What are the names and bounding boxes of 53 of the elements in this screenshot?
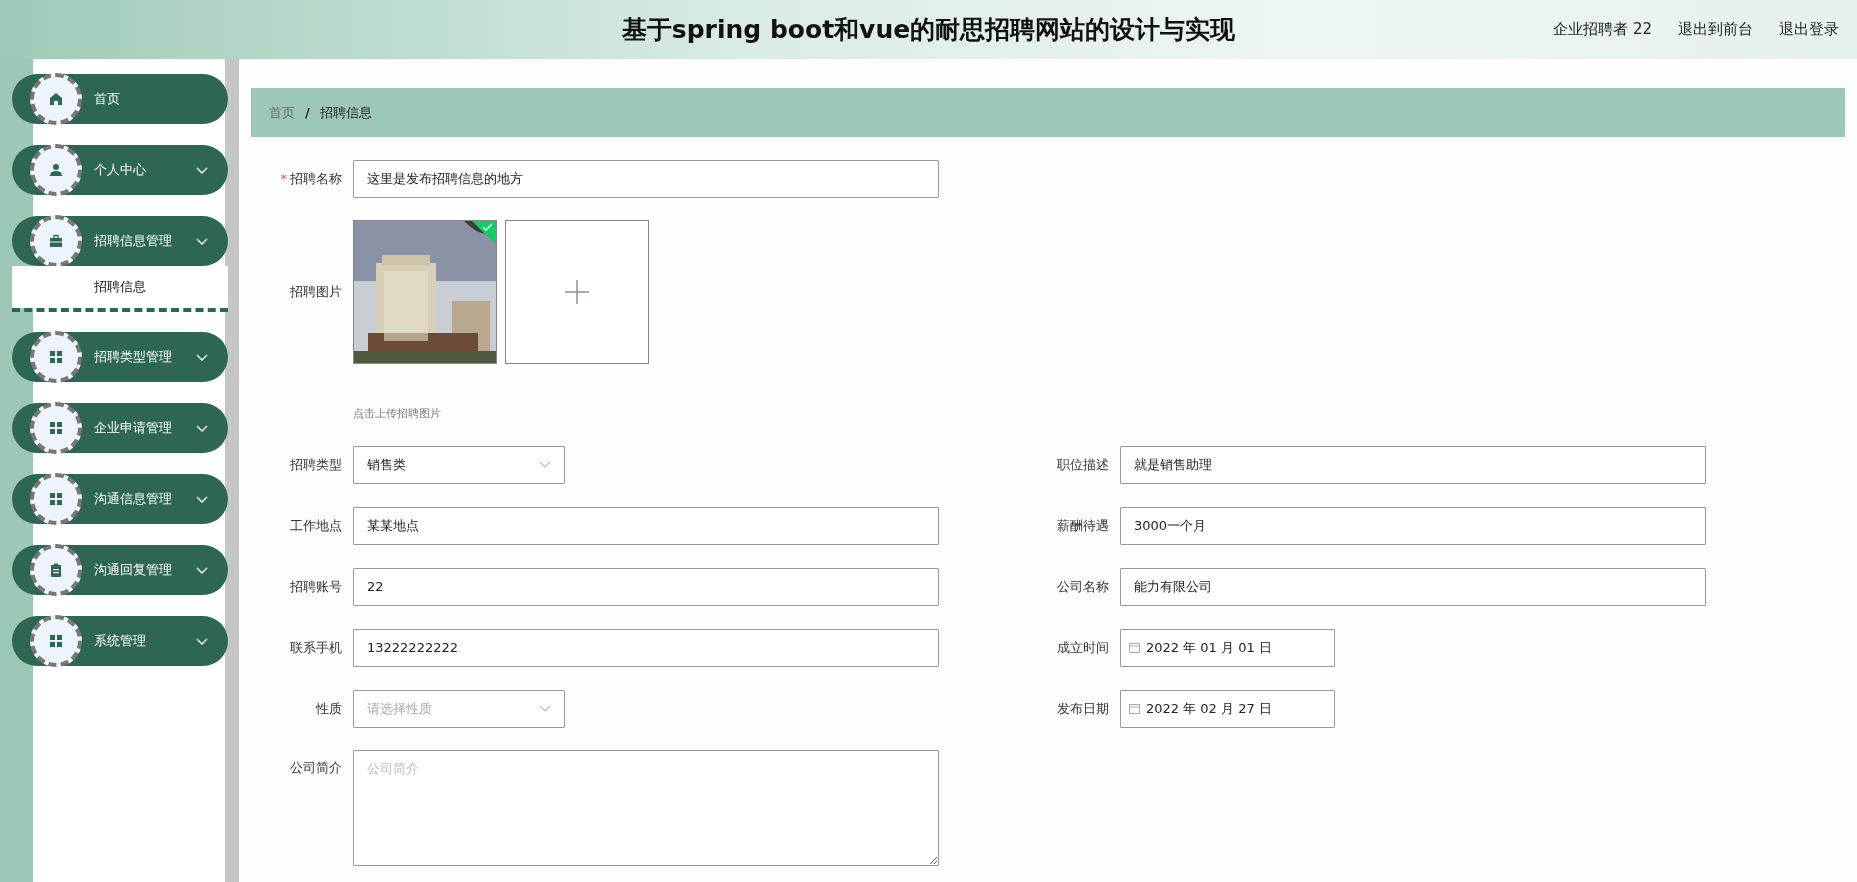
field-label: 招聘账号 [289, 577, 342, 596]
sidebar-menu-item[interactable]: 沟通信息管理 [12, 474, 228, 524]
submenu-item[interactable]: 招聘信息 [12, 266, 228, 308]
field-label: 薪酬待遇 [1056, 516, 1109, 535]
calendar-icon [1129, 702, 1140, 715]
sidebar-menu-item[interactable]: 系统管理 [12, 616, 228, 666]
upload-hint: 点击上传招聘图片 [353, 406, 442, 422]
text-field[interactable]: 能力有限公司 [1120, 567, 1706, 606]
textarea-field[interactable]: 公司简介 [353, 749, 939, 866]
calendar-icon [1129, 641, 1140, 654]
field-label: 成立时间 [1056, 638, 1109, 657]
upload-button[interactable] [505, 220, 649, 364]
sidebar-menu-item[interactable]: 招聘类型管理 [12, 332, 228, 382]
text-field[interactable]: 这里是发布招聘信息的地方 [353, 160, 939, 198]
home-icon [49, 92, 63, 106]
field-label: 公司名称 [1056, 577, 1109, 596]
field-label: 招聘图片 [289, 283, 342, 301]
sidebar-menu-item[interactable]: 招聘信息管理 [12, 216, 228, 266]
required-mark: * [280, 170, 287, 189]
sidebar-menu-item[interactable]: 沟通回复管理 [12, 545, 228, 595]
header-link[interactable]: 退出登录 [1779, 18, 1839, 41]
field-label: 联系手机 [289, 638, 342, 657]
sidebar-menu-item[interactable]: 企业申请管理 [12, 403, 228, 453]
breadcrumb-separator: / [305, 103, 310, 122]
grid-icon [49, 421, 63, 435]
field-label: 性质 [315, 699, 342, 718]
header-link[interactable]: 退出到前台 [1678, 18, 1753, 41]
field-label: 职位描述 [1056, 455, 1109, 474]
text-field[interactable]: 13222222222 [353, 628, 939, 667]
grid-icon [49, 350, 63, 364]
field-label: 发布日期 [1056, 699, 1109, 718]
clipboard-icon [49, 563, 63, 577]
field-label: 公司简介 [289, 758, 342, 777]
date-field[interactable]: 2022 年 02 月 27 日 [1120, 689, 1335, 728]
text-field[interactable]: 就是销售助理 [1120, 445, 1706, 484]
text-field[interactable]: 22 [353, 567, 939, 606]
label-text: 招聘名称 [290, 170, 342, 189]
text-field[interactable]: 3000一个月 [1120, 506, 1706, 545]
sidebar-menu-item[interactable]: 个人中心 [12, 145, 228, 195]
sidebar-menu-item[interactable]: 首页 [12, 74, 228, 124]
select-field[interactable]: 销售类 [353, 445, 565, 484]
grid-icon [49, 492, 63, 506]
site-title: 基于spring boot和vue的耐思招聘网站的设计与实现 [621, 13, 1236, 46]
breadcrumb-item: 招聘信息 [319, 103, 372, 122]
briefcase-icon [49, 234, 63, 248]
date-field[interactable]: 2022 年 01 月 01 日 [1120, 628, 1335, 667]
plus-icon [565, 280, 589, 304]
field-label: 工作地点 [289, 516, 342, 535]
header-link[interactable]: 企业招聘者 22 [1553, 18, 1652, 41]
grid-icon [49, 634, 63, 648]
text-field[interactable]: 某某地点 [353, 506, 939, 545]
field-label: 招聘类型 [289, 455, 342, 474]
user-icon [49, 163, 63, 177]
